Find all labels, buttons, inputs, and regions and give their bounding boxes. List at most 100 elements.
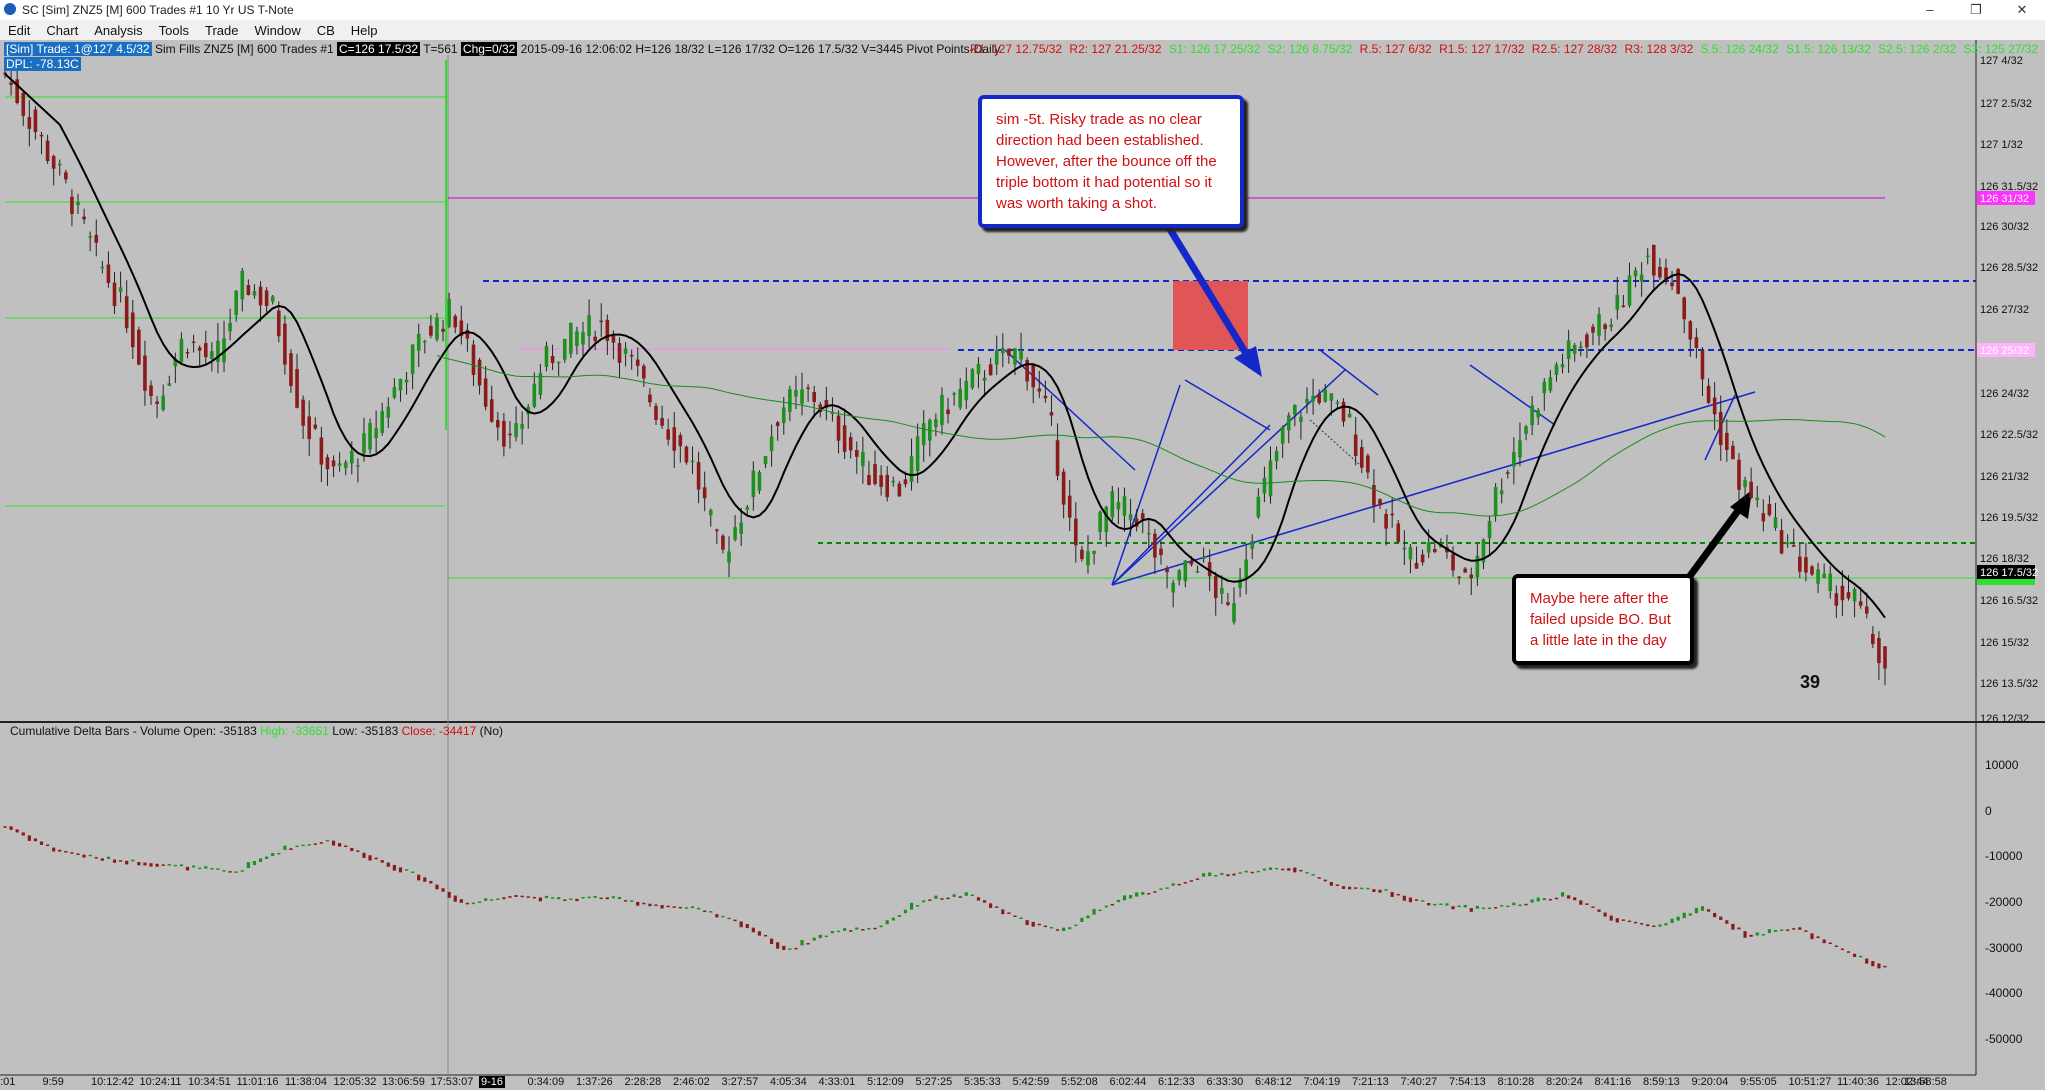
- delta-bar: [423, 877, 427, 882]
- menu-window[interactable]: Window: [246, 20, 308, 40]
- time-label: 11:01:16: [236, 1076, 279, 1088]
- delta-bar: [204, 866, 208, 869]
- candle-body: [1390, 513, 1394, 516]
- time-label: 9-16: [479, 1076, 506, 1088]
- candle-body: [1013, 348, 1017, 365]
- change-value-box: Chg=0/32: [460, 42, 518, 56]
- candle-body: [1366, 455, 1370, 473]
- delta-bar: [1469, 908, 1473, 912]
- candle-body: [1007, 348, 1011, 356]
- delta-bar: [739, 921, 743, 928]
- delta-bar: [1627, 920, 1632, 923]
- delta-low: Low: -35183: [332, 724, 399, 738]
- delta-bar: [161, 864, 165, 866]
- time-label: 10:51:27: [1788, 1076, 1832, 1088]
- time-label: 13:58:58: [1904, 1076, 1947, 1088]
- menu-chart[interactable]: Chart: [38, 20, 86, 40]
- delta-bar: [131, 859, 135, 862]
- candle-body: [562, 339, 567, 360]
- delta-bar: [1141, 891, 1145, 895]
- candle-body: [921, 423, 926, 446]
- menu-edit[interactable]: Edit: [0, 20, 38, 40]
- delta-tick: -20000: [1985, 895, 2023, 909]
- candle-body: [897, 483, 902, 497]
- delta-bar: [404, 869, 409, 871]
- delta-bar: [1037, 923, 1041, 926]
- time-axis: 8:01 9:59 10:12:42 10:24:11 10:34:51 11:01:16…: [0, 1076, 1976, 1090]
- candle-body: [143, 355, 147, 391]
- candle-body: [1487, 521, 1492, 539]
- delta-bar: [1043, 925, 1047, 928]
- delta-bar: [763, 934, 768, 937]
- candle-body: [1469, 574, 1474, 579]
- candle-body: [1536, 410, 1541, 418]
- delta-bar: [1840, 948, 1845, 951]
- candle-body: [1426, 542, 1431, 553]
- menu-help[interactable]: Help: [343, 20, 386, 40]
- delta-close: Close: -34417: [401, 724, 477, 738]
- menu-analysis[interactable]: Analysis: [86, 20, 150, 40]
- bar-number-label: 39: [1800, 672, 1821, 692]
- candle-body: [39, 134, 44, 137]
- candle-body: [1092, 550, 1096, 554]
- delta-tick: -50000: [1985, 1032, 2023, 1046]
- menu-trade[interactable]: Trade: [197, 20, 246, 40]
- candle-body: [1566, 340, 1571, 360]
- delta-bar: [995, 906, 999, 908]
- candle-body: [1061, 471, 1066, 505]
- candle-body: [1658, 266, 1662, 278]
- delta-bar: [1694, 907, 1698, 914]
- delta-bar: [1852, 953, 1857, 957]
- maximize-button[interactable]: ❐: [1953, 0, 1999, 20]
- delta-bar: [137, 861, 141, 866]
- candle-body: [1834, 593, 1839, 606]
- candle-body: [1682, 297, 1687, 320]
- delta-bar: [1810, 933, 1814, 940]
- delta-bar: [398, 867, 403, 873]
- sim-trade-tag[interactable]: [Sim] Trade: 1@127 4.5/32: [4, 42, 152, 56]
- candle-body: [994, 350, 999, 365]
- delta-bar: [1585, 903, 1589, 905]
- delta-bar: [374, 857, 378, 860]
- delta-bar: [21, 832, 25, 836]
- delta-bar: [1055, 929, 1060, 931]
- candle-body: [1220, 587, 1224, 594]
- delta-bar: [459, 899, 463, 903]
- delta-bar: [1779, 929, 1784, 931]
- candle-body: [1706, 385, 1711, 403]
- candle-body: [1043, 395, 1048, 399]
- delta-bar: [830, 931, 835, 934]
- candle-body: [1165, 568, 1169, 573]
- candle-body: [1798, 556, 1802, 572]
- candle-body: [1463, 568, 1467, 573]
- candle-body: [1323, 389, 1328, 402]
- delta-bar: [654, 904, 658, 906]
- minimize-button[interactable]: –: [1907, 0, 1953, 20]
- pivot-value: S1: 126 17.25/32: [1168, 42, 1264, 56]
- candle-body: [106, 264, 111, 283]
- time-label: 4:33:01: [818, 1076, 856, 1088]
- delta-bar: [1767, 929, 1772, 934]
- delta-bar: [1390, 892, 1394, 897]
- candle-body: [1250, 540, 1255, 549]
- delta-bar: [1232, 873, 1236, 876]
- delta-bar: [58, 849, 62, 852]
- candle-body: [246, 285, 251, 296]
- delta-bar: [441, 888, 445, 892]
- candle-body: [1840, 585, 1845, 601]
- annotation-note-late: Maybe here after the failed upside BO. B…: [1512, 574, 1694, 665]
- price-tick: 126 27/32: [1980, 304, 2029, 316]
- candle-body: [1031, 364, 1036, 388]
- candle-body: [1311, 395, 1315, 402]
- menu-tools[interactable]: Tools: [151, 20, 197, 40]
- time-label: 6:02:44: [1109, 1076, 1147, 1088]
- close-button[interactable]: ✕: [1999, 0, 2045, 20]
- delta-bar: [794, 947, 798, 950]
- delta-bar: [642, 902, 646, 905]
- delta-bar: [362, 852, 366, 858]
- candle-body: [64, 172, 68, 180]
- menu-cb[interactable]: CB: [309, 20, 343, 40]
- candle-body: [416, 333, 421, 351]
- candle-body: [581, 332, 585, 345]
- time-label: 8:01: [0, 1076, 16, 1088]
